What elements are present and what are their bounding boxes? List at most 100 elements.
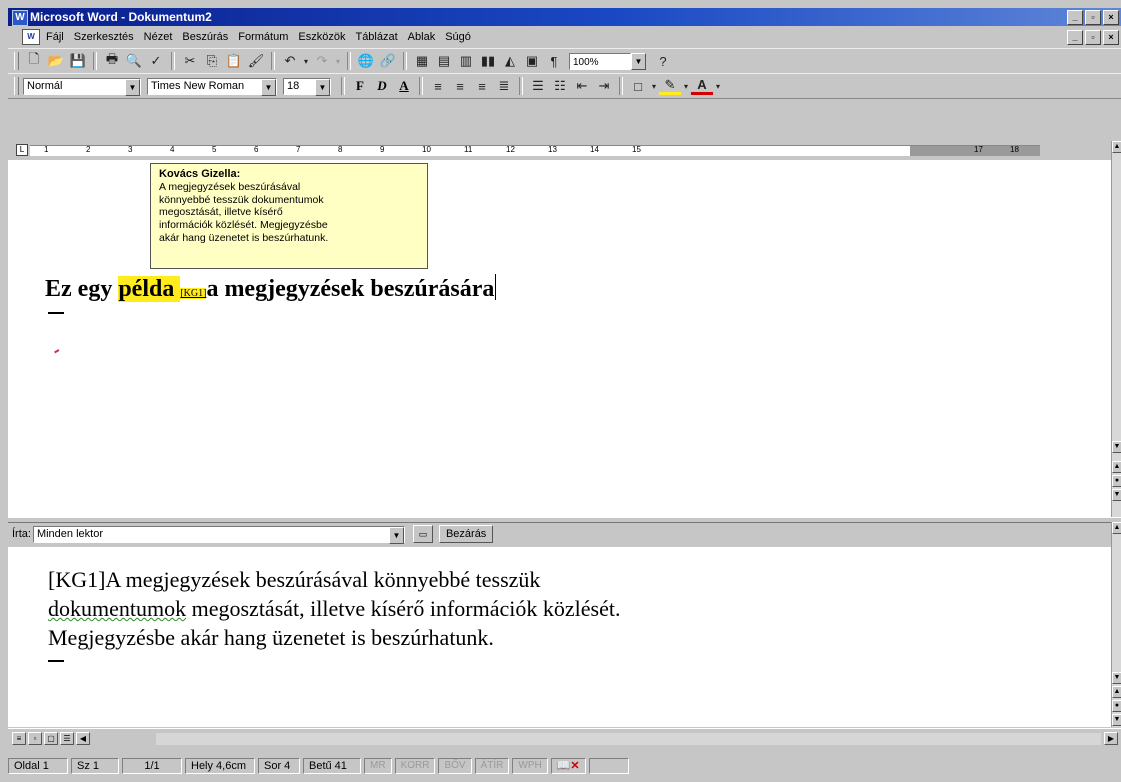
document-control-icon[interactable]: W — [22, 29, 40, 45]
menu-view[interactable]: Nézet — [144, 31, 173, 43]
comment-next-icon[interactable]: ▼ — [1112, 714, 1121, 726]
ruler[interactable]: L 1 2 3 4 5 6 7 8 9 10 11 12 13 14 15 17… — [8, 141, 1111, 159]
menu-file[interactable]: Fájl — [46, 31, 64, 43]
cut-icon[interactable]: ✂ — [179, 51, 201, 71]
scroll-down-icon[interactable]: ▼ — [1112, 441, 1121, 453]
menu-help[interactable]: Súgó — [445, 31, 471, 43]
print-icon[interactable]: 🖶 — [101, 51, 123, 71]
align-left-icon[interactable]: ≡ — [427, 76, 449, 96]
undo-dropdown-icon[interactable]: ▾ — [301, 51, 311, 71]
insert-excel-icon[interactable]: ▥ — [455, 51, 477, 71]
tab-selector-icon[interactable]: L — [16, 144, 28, 156]
doc-close-button[interactable]: × — [1103, 30, 1119, 45]
restore-button[interactable]: ▫ — [1085, 10, 1101, 25]
insert-table-icon[interactable]: ▤ — [433, 51, 455, 71]
web-toolbar-icon[interactable]: 🌐 — [355, 51, 377, 71]
word-app-icon[interactable]: W — [12, 10, 28, 26]
spelling-squiggle-word[interactable]: dokumentumok — [48, 596, 186, 621]
new-document-icon[interactable]: 🗋 — [23, 51, 45, 71]
status-overtype[interactable]: ÁTÍR — [474, 758, 510, 774]
document-text[interactable]: Ez egy példa [KG1]a megjegyzések beszúrá… — [45, 274, 497, 303]
horizontal-scrollbar[interactable] — [156, 733, 1101, 745]
comment-prev-icon[interactable]: ▲ — [1112, 686, 1121, 698]
close-comments-button[interactable]: Bezárás — [438, 525, 494, 543]
align-right-icon[interactable]: ≡ — [471, 76, 493, 96]
menu-edit[interactable]: Szerkesztés — [74, 31, 134, 43]
font-dropdown-icon[interactable]: ▼ — [261, 78, 276, 96]
menu-tools[interactable]: Eszközök — [298, 31, 345, 43]
status-wph[interactable]: WPH — [512, 758, 548, 774]
drawing-icon[interactable]: ◭ — [499, 51, 521, 71]
reviewer-dropdown-icon[interactable]: ▼ — [388, 526, 404, 544]
menu-window[interactable]: Ablak — [408, 31, 436, 43]
browse-object-icon[interactable]: ● — [1112, 475, 1121, 487]
increase-indent-icon[interactable]: ⇥ — [593, 76, 615, 96]
close-button[interactable]: × — [1103, 10, 1119, 25]
redo-icon[interactable]: ↷ — [311, 51, 333, 71]
status-extend[interactable]: BŐV — [438, 758, 472, 774]
size-select[interactable]: 18 ▼ — [283, 77, 331, 96]
font-select[interactable]: Times New Roman ▼ — [147, 77, 277, 96]
paste-icon[interactable]: 📋 — [223, 51, 245, 71]
spelling-status-icon[interactable]: 📖✕ — [550, 758, 586, 774]
help-icon[interactable]: ? — [652, 51, 674, 71]
menu-format[interactable]: Formátum — [238, 31, 288, 43]
next-page-icon[interactable]: ▼ — [1112, 489, 1121, 501]
document-map-icon[interactable]: ▣ — [521, 51, 543, 71]
comment-scroll-down-icon[interactable]: ▼ — [1112, 672, 1121, 684]
bullets-icon[interactable]: ☷ — [549, 76, 571, 96]
open-folder-icon[interactable]: 📂 — [45, 51, 67, 71]
zoom-dropdown-icon[interactable]: ▼ — [631, 52, 646, 70]
doc-minimize-button[interactable]: _ — [1067, 30, 1083, 45]
scroll-left-icon[interactable]: ◀ — [76, 732, 90, 745]
comment-browse-icon[interactable]: ● — [1112, 700, 1121, 712]
status-track-changes[interactable]: KORR — [394, 758, 436, 774]
font-color-icon[interactable]: A — [691, 77, 713, 95]
border-dropdown-icon[interactable]: ▾ — [649, 76, 659, 96]
web-layout-icon[interactable]: ▫ — [28, 732, 42, 745]
redo-dropdown-icon[interactable]: ▾ — [333, 51, 343, 71]
spelling-icon[interactable]: ✓ — [145, 51, 167, 71]
comment-text[interactable]: [KG1]A megjegyzések beszúrásával könnyeb… — [48, 565, 948, 652]
status-record-macro[interactable]: MR — [364, 758, 392, 774]
save-icon[interactable]: 💾 — [67, 51, 89, 71]
numbering-icon[interactable]: ☰ — [527, 76, 549, 96]
outline-view-icon[interactable]: ☰ — [60, 732, 74, 745]
hyperlink-icon[interactable]: 🔗 — [377, 51, 399, 71]
columns-icon[interactable]: ▮▮ — [477, 51, 499, 71]
doc-restore-button[interactable]: ▫ — [1085, 30, 1101, 45]
toolbar-grip[interactable] — [14, 52, 19, 70]
copy-icon[interactable]: ⎘ — [201, 51, 223, 71]
comment-reference-mark[interactable]: [KG1] — [180, 288, 207, 299]
comment-scroll-up-icon[interactable]: ▲ — [1112, 522, 1121, 534]
menu-table[interactable]: Táblázat — [355, 31, 397, 43]
normal-view-icon[interactable]: ≡ — [12, 732, 26, 745]
scroll-right-icon[interactable]: ▶ — [1104, 732, 1118, 745]
reviewer-select[interactable]: Minden lektor ▼ — [32, 525, 405, 544]
scroll-up-icon[interactable]: ▲ — [1112, 141, 1121, 153]
menu-insert[interactable]: Beszúrás — [182, 31, 228, 43]
show-formatting-icon[interactable]: ¶ — [543, 51, 565, 71]
style-dropdown-icon[interactable]: ▼ — [125, 78, 140, 96]
print-preview-icon[interactable]: 🔍 — [123, 51, 145, 71]
highlighted-word[interactable]: példa — [118, 276, 181, 302]
highlight-icon[interactable]: ✎ — [659, 77, 681, 95]
highlight-dropdown-icon[interactable]: ▾ — [681, 76, 691, 96]
toolbar-grip-2[interactable] — [14, 77, 19, 95]
tables-borders-icon[interactable]: ▦ — [411, 51, 433, 71]
justify-icon[interactable]: ≣ — [493, 76, 515, 96]
minimize-button[interactable]: _ — [1067, 10, 1083, 25]
format-painter-icon[interactable]: 🖌 — [245, 51, 267, 71]
size-dropdown-icon[interactable]: ▼ — [315, 78, 330, 96]
print-layout-icon[interactable]: ▢ — [44, 732, 58, 745]
bold-button[interactable]: F — [349, 76, 371, 96]
previous-page-icon[interactable]: ▲ — [1112, 461, 1121, 473]
document-vertical-scrollbar[interactable]: ▲ ▼ ▲ ● ▼ — [1111, 141, 1121, 517]
align-center-icon[interactable]: ≡ — [449, 76, 471, 96]
style-select[interactable]: Normál ▼ — [23, 77, 141, 96]
comment-vertical-scrollbar[interactable]: ▲ ▼ ▲ ● ▼ — [1111, 522, 1121, 727]
underline-button[interactable]: A — [393, 76, 415, 96]
italic-button[interactable]: D — [371, 76, 393, 96]
decrease-indent-icon[interactable]: ⇤ — [571, 76, 593, 96]
insert-sound-icon[interactable]: ▭ — [412, 525, 433, 543]
